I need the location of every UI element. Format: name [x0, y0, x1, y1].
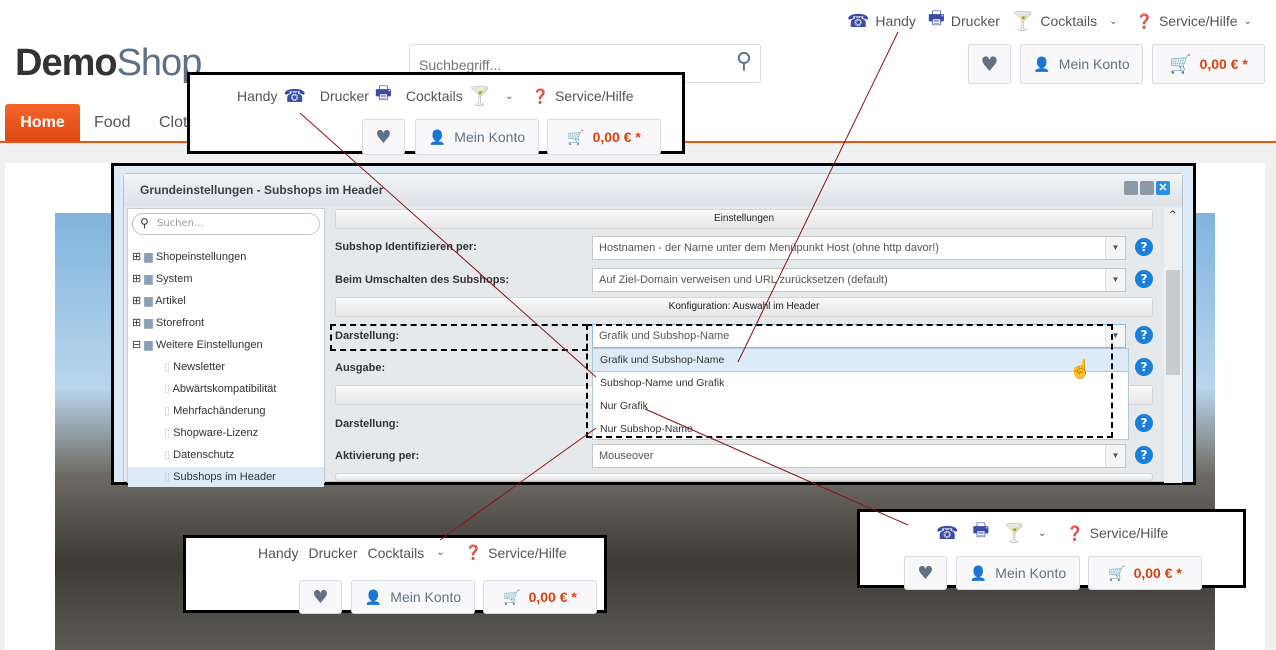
connector-line — [439, 427, 597, 541]
connector-line — [737, 31, 899, 363]
connector-lines — [299, 31, 909, 541]
connector-line — [299, 112, 597, 378]
connector-line — [644, 408, 909, 526]
